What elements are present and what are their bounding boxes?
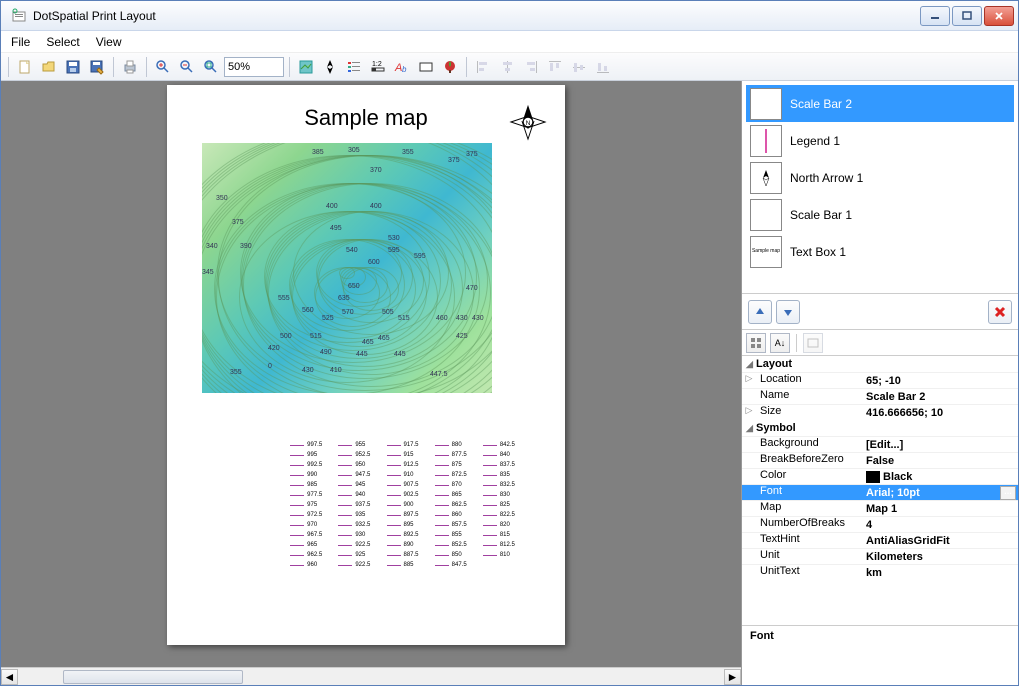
svg-text:1:2: 1:2 [372, 61, 382, 68]
property-row[interactable]: Background[Edit...] [742, 436, 1018, 452]
menubar: File Select View [1, 31, 1018, 53]
align-top-icon [544, 56, 566, 78]
align-right-icon [520, 56, 542, 78]
canvas-pane: Sample map 38530535537537537035040040037… [1, 81, 742, 685]
property-help: Font [742, 625, 1018, 685]
side-panel: Scale Bar 2 Legend 1 North Arrow 1 Scale Ba… [742, 81, 1018, 685]
element-list-label: Scale Bar 1 [790, 208, 852, 222]
north-arrow-element[interactable]: N [509, 103, 547, 141]
property-grid[interactable]: ◢Layout▷Location65; -10NameScale Bar 2▷S… [742, 356, 1018, 625]
element-list-item[interactable]: Sample mapText Box 1 [746, 233, 1014, 270]
property-row[interactable]: UnitTextkm [742, 564, 1018, 580]
zoom-in-icon[interactable] [152, 56, 174, 78]
horizontal-scrollbar[interactable]: ◄ ► [1, 667, 741, 685]
insert-scalebar-icon[interactable]: 1:2 [367, 56, 389, 78]
property-row[interactable]: ColorBlack [742, 468, 1018, 484]
close-button[interactable] [984, 6, 1014, 26]
alphabetical-icon[interactable]: A↓ [770, 333, 790, 353]
property-row[interactable]: NameScale Bar 2 [742, 388, 1018, 404]
align-bottom-icon [592, 56, 614, 78]
minimize-button[interactable] [920, 6, 950, 26]
help-title: Font [750, 630, 1010, 642]
window-controls [920, 6, 1014, 26]
delete-button[interactable] [988, 300, 1012, 324]
menu-file[interactable]: File [11, 35, 30, 49]
app-icon [11, 8, 27, 24]
svg-text:N: N [526, 120, 531, 127]
canvas-scroll[interactable]: Sample map 38530535537537537035040040037… [1, 81, 741, 667]
map-element[interactable]: 3853053553753753703504004003754955303403… [202, 143, 492, 393]
insert-legend-icon[interactable] [343, 56, 365, 78]
insert-image-icon[interactable] [439, 56, 461, 78]
align-left-icon [472, 56, 494, 78]
property-row[interactable]: UnitKilometers [742, 548, 1018, 564]
zoom-out-icon[interactable] [176, 56, 198, 78]
insert-map-icon[interactable] [295, 56, 317, 78]
page-title: Sample map [167, 105, 565, 131]
app-window: DotSpatial Print Layout File Select View… [0, 0, 1019, 686]
property-row[interactable]: BreakBeforeZeroFalse [742, 452, 1018, 468]
element-list-label: Legend 1 [790, 134, 840, 148]
element-list-label: Text Box 1 [790, 245, 846, 259]
move-up-button[interactable] [748, 300, 772, 324]
toolbar: 1:2 Ab [1, 53, 1018, 81]
print-icon[interactable] [119, 56, 141, 78]
menu-select[interactable]: Select [46, 35, 79, 49]
element-list-label: North Arrow 1 [790, 171, 863, 185]
categorized-icon[interactable] [746, 333, 766, 353]
element-list-item[interactable]: Scale Bar 2 [746, 85, 1014, 122]
property-toolbar: A↓ [742, 330, 1018, 356]
property-row[interactable]: MapMap 1 [742, 500, 1018, 516]
property-pages-icon[interactable] [803, 333, 823, 353]
property-category[interactable]: ◢Symbol [742, 420, 1018, 436]
property-row[interactable]: NumberOfBreaks4 [742, 516, 1018, 532]
element-list-item[interactable]: Scale Bar 1 [746, 196, 1014, 233]
main-area: Sample map 38530535537537537035040040037… [1, 81, 1018, 685]
property-row[interactable]: TextHintAntiAliasGridFit [742, 532, 1018, 548]
zoom-combo[interactable] [224, 57, 284, 77]
property-row[interactable]: ▷Location65; -10 [742, 372, 1018, 388]
zoom-extent-icon[interactable] [200, 56, 222, 78]
menu-view[interactable]: View [96, 35, 122, 49]
window-title: DotSpatial Print Layout [33, 9, 920, 23]
save-icon[interactable] [62, 56, 84, 78]
titlebar: DotSpatial Print Layout [1, 1, 1018, 31]
move-down-button[interactable] [776, 300, 800, 324]
align-center-icon [496, 56, 518, 78]
layout-page: Sample map 38530535537537537035040040037… [167, 85, 565, 645]
insert-rect-icon[interactable] [415, 56, 437, 78]
element-list-label: Scale Bar 2 [790, 97, 852, 111]
align-middle-icon [568, 56, 590, 78]
element-list-item[interactable]: Legend 1 [746, 122, 1014, 159]
legend-element[interactable]: 997.5955917.5880842.5995952.5915877.5840… [242, 440, 525, 570]
order-toolbar [742, 294, 1018, 330]
property-row[interactable]: ▷Size416.666656; 10 [742, 404, 1018, 420]
svg-text:b: b [402, 65, 407, 74]
property-category[interactable]: ◢Layout [742, 356, 1018, 372]
saveas-icon[interactable] [86, 56, 108, 78]
element-list-item[interactable]: North Arrow 1 [746, 159, 1014, 196]
property-row[interactable]: FontArial; 10pt… [742, 484, 1018, 500]
insert-north-icon[interactable] [319, 56, 341, 78]
element-list[interactable]: Scale Bar 2 Legend 1 North Arrow 1 Scale Ba… [742, 81, 1018, 294]
insert-text-icon[interactable]: Ab [391, 56, 413, 78]
maximize-button[interactable] [952, 6, 982, 26]
open-icon[interactable] [38, 56, 60, 78]
new-icon[interactable] [14, 56, 36, 78]
